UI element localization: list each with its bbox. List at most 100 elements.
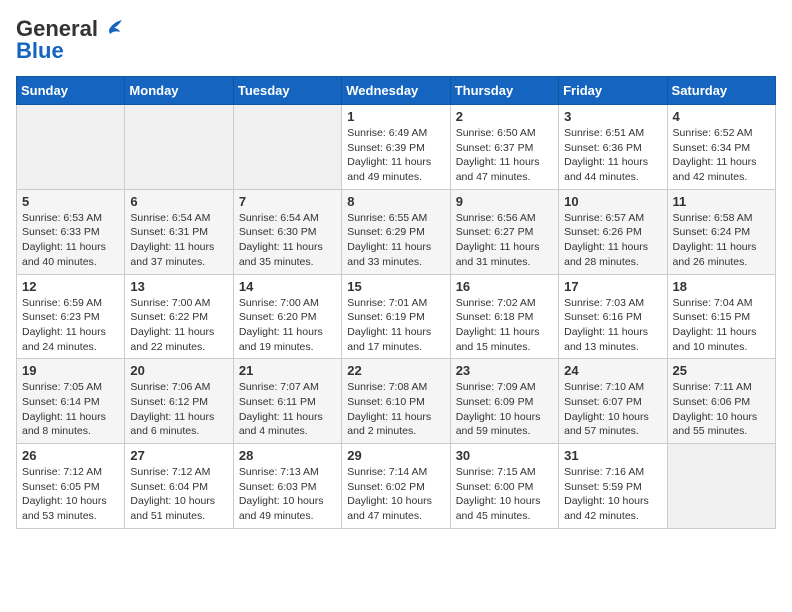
day-info: Sunrise: 7:09 AM Sunset: 6:09 PM Dayligh… [456, 380, 553, 439]
day-info: Sunrise: 7:02 AM Sunset: 6:18 PM Dayligh… [456, 296, 553, 355]
logo: General Blue [16, 16, 122, 64]
day-info: Sunrise: 6:56 AM Sunset: 6:27 PM Dayligh… [456, 211, 553, 270]
day-info: Sunrise: 6:51 AM Sunset: 6:36 PM Dayligh… [564, 126, 661, 185]
day-number: 5 [22, 194, 119, 209]
day-number: 28 [239, 448, 336, 463]
calendar-day-cell [125, 105, 233, 190]
day-of-week-header: Friday [559, 77, 667, 105]
day-info: Sunrise: 7:04 AM Sunset: 6:15 PM Dayligh… [673, 296, 770, 355]
day-number: 27 [130, 448, 227, 463]
day-info: Sunrise: 7:13 AM Sunset: 6:03 PM Dayligh… [239, 465, 336, 524]
calendar-day-cell: 5 Sunrise: 6:53 AM Sunset: 6:33 PM Daylig… [17, 189, 125, 274]
day-info: Sunrise: 6:50 AM Sunset: 6:37 PM Dayligh… [456, 126, 553, 185]
calendar-day-cell: 13Sunrise: 7:00 AM Sunset: 6:22 PM Dayli… [125, 274, 233, 359]
calendar-day-cell: 12Sunrise: 6:59 AM Sunset: 6:23 PM Dayli… [17, 274, 125, 359]
day-of-week-header: Tuesday [233, 77, 341, 105]
calendar-day-cell: 11 Sunrise: 6:58 AM Sunset: 6:24 PM Dayli… [667, 189, 775, 274]
day-number: 17 [564, 279, 661, 294]
calendar-day-cell: 8 Sunrise: 6:55 AM Sunset: 6:29 PM Daylig… [342, 189, 450, 274]
day-info: Sunrise: 7:12 AM Sunset: 6:04 PM Dayligh… [130, 465, 227, 524]
day-info: Sunrise: 7:07 AM Sunset: 6:11 PM Dayligh… [239, 380, 336, 439]
day-number: 2 [456, 109, 553, 124]
calendar-day-cell [667, 444, 775, 529]
calendar-day-cell: 10 Sunrise: 6:57 AM Sunset: 6:26 PM Dayli… [559, 189, 667, 274]
day-number: 25 [673, 363, 770, 378]
calendar-day-cell: 15 Sunrise: 7:01 AM Sunset: 6:19 PM Dayli… [342, 274, 450, 359]
day-info: Sunrise: 6:58 AM Sunset: 6:24 PM Dayligh… [673, 211, 770, 270]
calendar-day-cell: 18 Sunrise: 7:04 AM Sunset: 6:15 PM Dayli… [667, 274, 775, 359]
day-number: 16 [456, 279, 553, 294]
calendar-table: SundayMondayTuesdayWednesdayThursdayFrid… [16, 76, 776, 529]
day-number: 14 [239, 279, 336, 294]
day-info: Sunrise: 7:01 AM Sunset: 6:19 PM Dayligh… [347, 296, 444, 355]
calendar-day-cell: 16 Sunrise: 7:02 AM Sunset: 6:18 PM Dayli… [450, 274, 558, 359]
day-info: Sunrise: 6:54 AM Sunset: 6:31 PM Dayligh… [130, 211, 227, 270]
calendar-day-cell: 14 Sunrise: 7:00 AM Sunset: 6:20 PM Dayli… [233, 274, 341, 359]
day-info: Sunrise: 7:16 AM Sunset: 5:59 PM Dayligh… [564, 465, 661, 524]
calendar-day-cell: 6 Sunrise: 6:54 AM Sunset: 6:31 PM Daylig… [125, 189, 233, 274]
day-info: Sunrise: 6:57 AM Sunset: 6:26 PM Dayligh… [564, 211, 661, 270]
day-of-week-header: Saturday [667, 77, 775, 105]
day-info: Sunrise: 7:08 AM Sunset: 6:10 PM Dayligh… [347, 380, 444, 439]
day-info: Sunrise: 7:00 AM Sunset: 6:22 PM Dayligh… [130, 296, 227, 355]
calendar-day-cell: 9 Sunrise: 6:56 AM Sunset: 6:27 PM Daylig… [450, 189, 558, 274]
day-info: Sunrise: 7:10 AM Sunset: 6:07 PM Dayligh… [564, 380, 661, 439]
day-of-week-header: Wednesday [342, 77, 450, 105]
calendar-day-cell: 1 Sunrise: 6:49 AM Sunset: 6:39 PM Daylig… [342, 105, 450, 190]
calendar-day-cell: 17 Sunrise: 7:03 AM Sunset: 6:16 PM Dayli… [559, 274, 667, 359]
day-info: Sunrise: 7:14 AM Sunset: 6:02 PM Dayligh… [347, 465, 444, 524]
day-number: 11 [673, 194, 770, 209]
day-info: Sunrise: 6:53 AM Sunset: 6:33 PM Dayligh… [22, 211, 119, 270]
day-info: Sunrise: 6:54 AM Sunset: 6:30 PM Dayligh… [239, 211, 336, 270]
day-number: 10 [564, 194, 661, 209]
day-number: 8 [347, 194, 444, 209]
calendar-day-cell: 19Sunrise: 7:05 AM Sunset: 6:14 PM Dayli… [17, 359, 125, 444]
calendar-day-cell: 23Sunrise: 7:09 AM Sunset: 6:09 PM Dayli… [450, 359, 558, 444]
day-number: 20 [130, 363, 227, 378]
logo-blue-text: Blue [16, 38, 64, 64]
day-info: Sunrise: 7:06 AM Sunset: 6:12 PM Dayligh… [130, 380, 227, 439]
day-info: Sunrise: 6:55 AM Sunset: 6:29 PM Dayligh… [347, 211, 444, 270]
calendar-day-cell: 7 Sunrise: 6:54 AM Sunset: 6:30 PM Daylig… [233, 189, 341, 274]
calendar-day-cell: 4Sunrise: 6:52 AM Sunset: 6:34 PM Daylig… [667, 105, 775, 190]
day-info: Sunrise: 7:11 AM Sunset: 6:06 PM Dayligh… [673, 380, 770, 439]
calendar-day-cell: 31 Sunrise: 7:16 AM Sunset: 5:59 PM Dayli… [559, 444, 667, 529]
day-info: Sunrise: 6:49 AM Sunset: 6:39 PM Dayligh… [347, 126, 444, 185]
calendar-week-row: 12Sunrise: 6:59 AM Sunset: 6:23 PM Dayli… [17, 274, 776, 359]
calendar-week-row: 1 Sunrise: 6:49 AM Sunset: 6:39 PM Daylig… [17, 105, 776, 190]
calendar-day-cell: 27 Sunrise: 7:12 AM Sunset: 6:04 PM Dayli… [125, 444, 233, 529]
calendar-day-cell: 25 Sunrise: 7:11 AM Sunset: 6:06 PM Dayli… [667, 359, 775, 444]
calendar-week-row: 5 Sunrise: 6:53 AM Sunset: 6:33 PM Daylig… [17, 189, 776, 274]
page-header: General Blue [16, 16, 776, 64]
day-number: 1 [347, 109, 444, 124]
day-info: Sunrise: 7:00 AM Sunset: 6:20 PM Dayligh… [239, 296, 336, 355]
calendar-day-cell: 28 Sunrise: 7:13 AM Sunset: 6:03 PM Dayli… [233, 444, 341, 529]
day-number: 6 [130, 194, 227, 209]
day-number: 7 [239, 194, 336, 209]
calendar-week-row: 19Sunrise: 7:05 AM Sunset: 6:14 PM Dayli… [17, 359, 776, 444]
day-of-week-header: Sunday [17, 77, 125, 105]
calendar-day-cell: 3Sunrise: 6:51 AM Sunset: 6:36 PM Daylig… [559, 105, 667, 190]
day-number: 21 [239, 363, 336, 378]
day-number: 24 [564, 363, 661, 378]
day-number: 19 [22, 363, 119, 378]
calendar-day-cell: 30 Sunrise: 7:15 AM Sunset: 6:00 PM Dayli… [450, 444, 558, 529]
day-number: 29 [347, 448, 444, 463]
calendar-day-cell: 29 Sunrise: 7:14 AM Sunset: 6:02 PM Dayli… [342, 444, 450, 529]
day-number: 4 [673, 109, 770, 124]
calendar-day-cell: 2 Sunrise: 6:50 AM Sunset: 6:37 PM Daylig… [450, 105, 558, 190]
calendar-header-row: SundayMondayTuesdayWednesdayThursdayFrid… [17, 77, 776, 105]
day-info: Sunrise: 7:03 AM Sunset: 6:16 PM Dayligh… [564, 296, 661, 355]
calendar-day-cell [17, 105, 125, 190]
day-number: 30 [456, 448, 553, 463]
day-number: 18 [673, 279, 770, 294]
calendar-day-cell: 24 Sunrise: 7:10 AM Sunset: 6:07 PM Dayli… [559, 359, 667, 444]
day-number: 15 [347, 279, 444, 294]
day-number: 12 [22, 279, 119, 294]
day-of-week-header: Monday [125, 77, 233, 105]
day-number: 9 [456, 194, 553, 209]
calendar-day-cell: 22Sunrise: 7:08 AM Sunset: 6:10 PM Dayli… [342, 359, 450, 444]
day-info: Sunrise: 7:15 AM Sunset: 6:00 PM Dayligh… [456, 465, 553, 524]
day-number: 26 [22, 448, 119, 463]
day-number: 31 [564, 448, 661, 463]
